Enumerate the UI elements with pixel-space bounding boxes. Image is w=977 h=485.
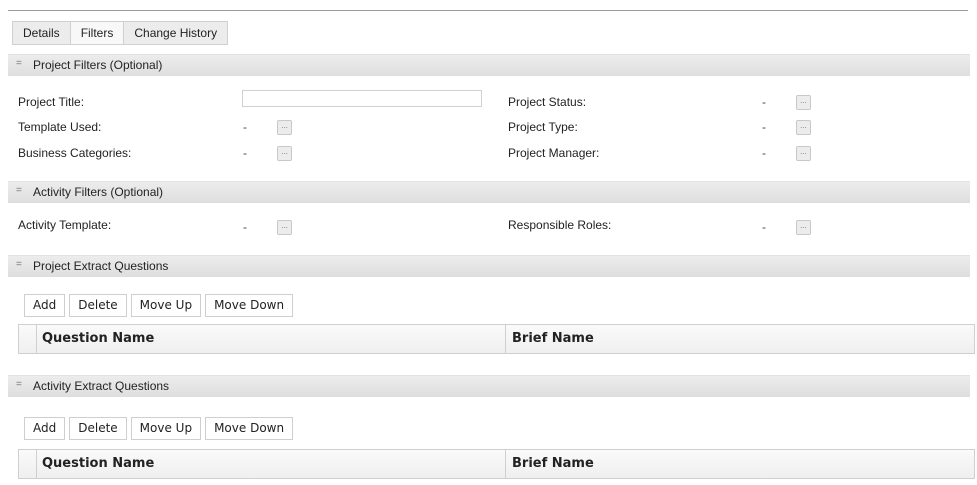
tab-details[interactable]: Details xyxy=(12,21,70,45)
activity-extract-toolbar: Add Delete Move Up Move Down xyxy=(24,417,297,440)
collapse-icon[interactable]: = xyxy=(16,260,22,270)
move-up-button[interactable]: Move Up xyxy=(130,417,202,440)
responsible-roles-picker-icon[interactable]: ... xyxy=(796,220,811,235)
brief-name-column[interactable]: Brief Name xyxy=(512,325,594,353)
template-used-value: - xyxy=(243,120,247,134)
project-extract-grid-header: Question Name Brief Name xyxy=(18,324,975,354)
project-title-input[interactable] xyxy=(242,90,482,107)
top-divider xyxy=(8,10,968,11)
add-button[interactable]: Add xyxy=(24,417,66,440)
business-categories-label: Business Categories: xyxy=(18,146,132,160)
add-button[interactable]: Add xyxy=(24,294,66,317)
tab-filters[interactable]: Filters xyxy=(69,21,124,45)
activity-extract-title: Activity Extract Questions xyxy=(33,379,170,393)
project-title-label: Project Title: xyxy=(18,95,85,109)
project-manager-label: Project Manager: xyxy=(508,146,600,160)
project-type-value: - xyxy=(762,120,766,134)
business-categories-value: - xyxy=(243,146,247,160)
row-selector-column[interactable] xyxy=(19,325,37,353)
project-manager-picker-icon[interactable]: ... xyxy=(796,146,811,161)
template-used-picker-icon[interactable]: ... xyxy=(277,120,292,135)
project-status-label: Project Status: xyxy=(508,95,587,109)
activity-filters-header[interactable]: = Activity Filters (Optional) xyxy=(8,181,970,203)
project-extract-title: Project Extract Questions xyxy=(33,259,169,273)
activity-template-picker-icon[interactable]: ... xyxy=(277,220,292,235)
project-manager-value: - xyxy=(762,146,766,160)
collapse-icon[interactable]: = xyxy=(16,380,22,390)
column-divider[interactable] xyxy=(505,325,506,353)
responsible-roles-label: Responsible Roles: xyxy=(508,218,612,232)
row-selector-column[interactable] xyxy=(19,450,37,478)
project-extract-toolbar: Add Delete Move Up Move Down xyxy=(24,294,297,317)
activity-extract-grid-header: Question Name Brief Name xyxy=(18,449,975,479)
activity-extract-header[interactable]: = Activity Extract Questions xyxy=(8,375,970,397)
brief-name-column[interactable]: Brief Name xyxy=(512,450,594,478)
responsible-roles-value: - xyxy=(762,220,766,234)
collapse-icon[interactable]: = xyxy=(16,186,22,196)
activity-filters-title: Activity Filters (Optional) xyxy=(33,185,164,199)
project-filters-header[interactable]: = Project Filters (Optional) xyxy=(8,54,970,76)
collapse-icon[interactable]: = xyxy=(16,59,22,69)
question-name-column[interactable]: Question Name xyxy=(42,325,154,353)
project-status-picker-icon[interactable]: ... xyxy=(796,95,811,110)
project-type-picker-icon[interactable]: ... xyxy=(796,120,811,135)
business-categories-picker-icon[interactable]: ... xyxy=(277,146,292,161)
delete-button[interactable]: Delete xyxy=(69,417,127,440)
activity-template-label: Activity Template: xyxy=(18,218,112,232)
project-type-label: Project Type: xyxy=(508,120,578,134)
column-divider[interactable] xyxy=(505,450,506,478)
activity-template-value: - xyxy=(243,220,247,234)
move-down-button[interactable]: Move Down xyxy=(205,294,294,317)
project-extract-header[interactable]: = Project Extract Questions xyxy=(8,255,970,277)
project-filters-title: Project Filters (Optional) xyxy=(33,58,163,72)
question-name-column[interactable]: Question Name xyxy=(42,450,154,478)
template-used-label: Template Used: xyxy=(18,120,102,134)
move-up-button[interactable]: Move Up xyxy=(130,294,202,317)
project-status-value: - xyxy=(762,95,766,109)
tab-bar: Details Filters Change History xyxy=(12,21,229,45)
move-down-button[interactable]: Move Down xyxy=(205,417,294,440)
tab-change-history[interactable]: Change History xyxy=(123,21,229,45)
delete-button[interactable]: Delete xyxy=(69,294,127,317)
